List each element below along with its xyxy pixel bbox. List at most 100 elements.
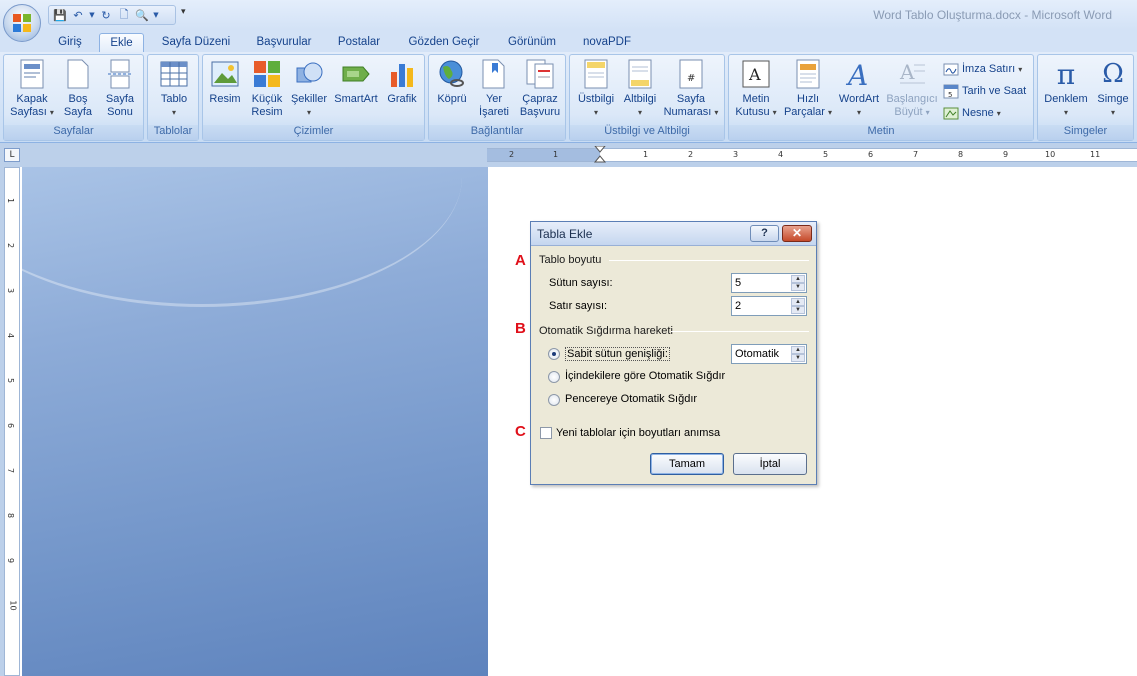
rows-spinner[interactable]: 2 ▲ ▼ bbox=[731, 296, 807, 316]
grafik-button[interactable]: Grafik bbox=[383, 59, 421, 106]
cancel-button[interactable]: İptal bbox=[733, 453, 807, 475]
fixed-width-radio[interactable] bbox=[548, 348, 560, 360]
document-workspace bbox=[22, 167, 488, 676]
indent-marker-icon[interactable] bbox=[593, 146, 607, 164]
columns-spinner[interactable]: 5 ▲ ▼ bbox=[731, 273, 807, 293]
tab-gorunum[interactable]: Görünüm bbox=[498, 33, 566, 52]
group-simgeler: π Denklem ▾ Ω Simge ▾ Simgeler bbox=[1037, 54, 1134, 141]
blank-page-icon bbox=[63, 59, 93, 89]
fixed-width-label[interactable]: Sabit sütun genişliği: bbox=[565, 347, 670, 361]
ruler-number: 1 bbox=[643, 150, 649, 159]
tarih-ve-saat-button[interactable]: 5 Tarih ve Saat bbox=[943, 83, 1026, 99]
undo-icon[interactable]: ↶ bbox=[71, 8, 85, 22]
page-number-icon: # bbox=[676, 59, 706, 89]
ustbilgi-button[interactable]: Üstbilgi ▾ bbox=[573, 59, 619, 119]
omega-symbol-icon: Ω bbox=[1102, 58, 1124, 89]
imza-satiri-button[interactable]: İmza Satırı ▾ bbox=[943, 61, 1022, 77]
dropdown-icon: ▾ bbox=[1063, 108, 1068, 117]
header-icon bbox=[581, 59, 611, 89]
sayfa-sonu-button[interactable]: Sayfa Sonu bbox=[100, 59, 140, 119]
autofit-window-label[interactable]: Pencereye Otomatik Sığdır bbox=[565, 393, 697, 405]
dropdown-icon: ▾ bbox=[996, 108, 1001, 118]
customize-qat-icon[interactable]: ▾ bbox=[181, 7, 186, 17]
group-label: Çizimler bbox=[203, 125, 424, 140]
picture-icon bbox=[210, 59, 240, 89]
capraz-basvuru-button[interactable]: Çapraz Başvuru bbox=[516, 59, 564, 119]
hizli-parcalar-button[interactable]: Hızlı Parçalar ▾ bbox=[781, 59, 835, 119]
new-document-icon[interactable]: 🗋 bbox=[117, 8, 131, 22]
section-divider bbox=[609, 260, 809, 261]
dropdown-icon[interactable]: ▼ bbox=[89, 8, 95, 22]
wordart-button[interactable]: A WordArt ▾ bbox=[834, 59, 884, 119]
resim-button[interactable]: Resim bbox=[206, 59, 244, 106]
autofit-window-radio[interactable] bbox=[548, 394, 560, 406]
print-preview-icon[interactable]: 🔍 bbox=[135, 8, 149, 22]
title-bar: 💾 ↶ ▼ ↻ 🗋 🔍 ▼ ▾ Word Tablo Oluşturma.doc… bbox=[0, 0, 1137, 30]
tab-postalar[interactable]: Postalar bbox=[330, 33, 388, 52]
tab-novapdf[interactable]: novaPDF bbox=[576, 33, 638, 52]
nesne-button[interactable]: Nesne ▾ bbox=[943, 105, 1001, 121]
date-time-icon: 5 bbox=[943, 83, 959, 99]
ok-button[interactable]: Tamam bbox=[650, 453, 724, 475]
save-icon[interactable]: 💾 bbox=[53, 8, 67, 22]
metin-kutusu-button[interactable]: A Metin Kutusu ▾ bbox=[732, 59, 780, 119]
sayfa-numarasi-button[interactable]: # Sayfa Numarası ▾ bbox=[662, 59, 720, 119]
ruler-number: 1 bbox=[553, 150, 559, 159]
tab-gozden-gecir[interactable]: Gözden Geçir bbox=[400, 33, 488, 52]
denklem-button[interactable]: π Denklem ▾ bbox=[1041, 59, 1091, 119]
bos-sayfa-button[interactable]: Boş Sayfa bbox=[58, 59, 98, 119]
kopru-button[interactable]: Köprü bbox=[432, 59, 472, 106]
spin-down-icon[interactable]: ▼ bbox=[791, 306, 805, 314]
horizontal-ruler[interactable]: 2 1 1 2 3 4 5 6 7 8 9 10 11 bbox=[487, 146, 1137, 164]
pi-equation-icon: π bbox=[1056, 57, 1076, 91]
group-cizimler: Resim Küçük Resim Şekiller ▾ SmartArt Gr… bbox=[202, 54, 425, 141]
tablo-button[interactable]: Tablo ▾ bbox=[152, 59, 196, 119]
vertical-ruler[interactable]: 1 2 3 4 5 6 7 8 9 10 bbox=[4, 167, 20, 676]
section-autofit: Otomatik Sığdırma hareketi bbox=[539, 325, 673, 337]
autofit-contents-label[interactable]: İçindekilere göre Otomatik Sığdır bbox=[565, 370, 725, 382]
spin-down-icon[interactable]: ▼ bbox=[791, 283, 805, 291]
drop-cap-icon: A bbox=[897, 59, 927, 89]
remember-dimensions-label[interactable]: Yeni tablolar için boyutları anımsa bbox=[556, 427, 720, 439]
ribbon: Kapak Sayfası ▾ Boş Sayfa Sayfa Sonu Say… bbox=[0, 52, 1137, 143]
tab-ekle[interactable]: Ekle bbox=[99, 33, 144, 52]
ribbon-tabs: Giriş Ekle Sayfa Düzeni Başvurular Posta… bbox=[0, 30, 1137, 52]
kapak-sayfasi-button[interactable]: Kapak Sayfası ▾ bbox=[8, 59, 56, 119]
help-button[interactable]: ? bbox=[750, 225, 779, 242]
redo-icon[interactable]: ↻ bbox=[99, 8, 113, 22]
sekiller-button[interactable]: Şekiller ▾ bbox=[289, 59, 329, 119]
insert-table-dialog: Tabla Ekle ? ✕ Tablo boyutu Sütun sayısı… bbox=[530, 221, 817, 485]
office-button[interactable] bbox=[3, 4, 41, 42]
smartart-button[interactable]: SmartArt bbox=[331, 59, 381, 106]
kucuk-resim-button[interactable]: Küçük Resim bbox=[247, 59, 287, 119]
baslangici-buyut-button[interactable]: A Başlangıcı Büyüt ▾ bbox=[884, 59, 940, 119]
group-label: Metin bbox=[729, 125, 1033, 140]
spin-up-icon[interactable]: ▲ bbox=[791, 275, 805, 283]
group-baglantilar: Köprü Yer İşareti Çapraz Başvuru Bağlant… bbox=[428, 54, 566, 141]
yer-isareti-button[interactable]: Yer İşareti bbox=[474, 59, 514, 119]
tab-giris[interactable]: Giriş bbox=[50, 33, 90, 52]
signature-line-icon bbox=[943, 61, 959, 77]
dropdown-icon[interactable]: ▼ bbox=[153, 8, 159, 22]
dropdown-icon: ▾ bbox=[306, 108, 311, 117]
close-button[interactable]: ✕ bbox=[782, 225, 812, 242]
ruler-number: 4 bbox=[6, 332, 16, 339]
spin-up-icon[interactable]: ▲ bbox=[791, 298, 805, 306]
tab-basvurular[interactable]: Başvurular bbox=[248, 33, 320, 52]
spin-up-icon[interactable]: ▲ bbox=[791, 346, 805, 354]
svg-text:5: 5 bbox=[948, 91, 952, 99]
altbilgi-button[interactable]: Altbilgi ▾ bbox=[620, 59, 660, 119]
group-label: Sayfalar bbox=[4, 125, 143, 140]
chart-icon bbox=[387, 59, 417, 89]
tab-selector[interactable]: L bbox=[4, 148, 20, 162]
bookmark-icon bbox=[479, 59, 509, 89]
window-title: Word Tablo Oluşturma.docx - Microsoft Wo… bbox=[873, 8, 1112, 22]
simge-button[interactable]: Ω Simge ▾ bbox=[1093, 59, 1133, 119]
background-swoosh bbox=[22, 167, 462, 307]
fixed-width-spinner[interactable]: Otomatik ▲ ▼ bbox=[731, 344, 807, 364]
remember-dimensions-checkbox[interactable] bbox=[540, 427, 552, 439]
clip-art-icon bbox=[252, 59, 282, 89]
tab-sayfa-duzeni[interactable]: Sayfa Düzeni bbox=[154, 33, 238, 52]
spin-down-icon[interactable]: ▼ bbox=[791, 354, 805, 362]
autofit-contents-radio[interactable] bbox=[548, 371, 560, 383]
